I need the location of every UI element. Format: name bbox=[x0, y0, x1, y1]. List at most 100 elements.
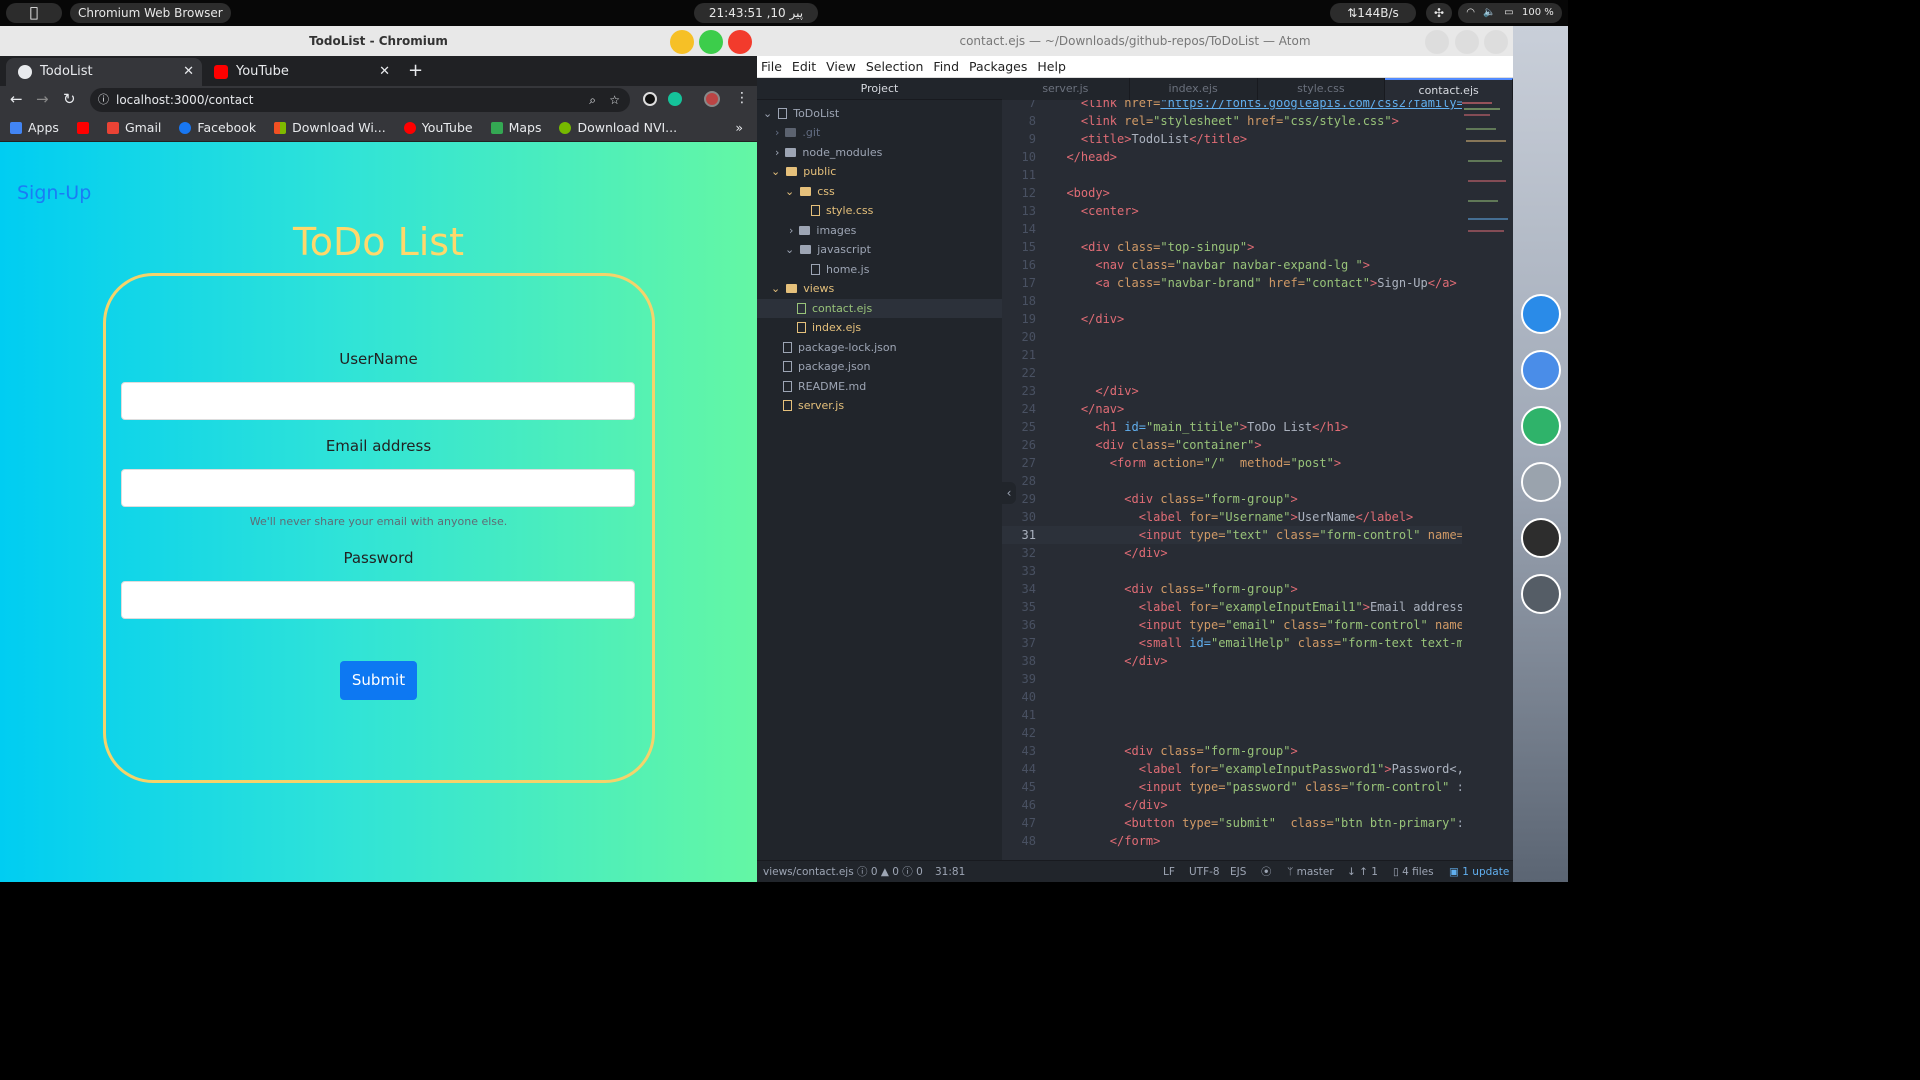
project-header: Project bbox=[757, 78, 1002, 100]
minimize-button[interactable] bbox=[670, 30, 694, 54]
menu-find[interactable]: Find bbox=[933, 59, 959, 74]
status-grammar[interactable]: EJS bbox=[1230, 861, 1246, 883]
status-encoding[interactable]: UTF-8 bbox=[1189, 861, 1220, 883]
tree-file-server-js[interactable]: server.js bbox=[783, 396, 844, 415]
atom-icon[interactable] bbox=[1521, 406, 1561, 446]
broadcast-icon[interactable]: ⦿ bbox=[1261, 861, 1272, 883]
tree-root[interactable]: ⌄ ToDoList bbox=[763, 104, 839, 123]
tab-youtube[interactable]: YouTube ✕ bbox=[202, 58, 398, 86]
username-input[interactable] bbox=[121, 382, 635, 420]
youtube-bookmark-icon-only[interactable] bbox=[76, 121, 89, 134]
tree-folder-css[interactable]: ⌄ css bbox=[785, 182, 835, 201]
minimap[interactable] bbox=[1462, 100, 1510, 260]
update-label: 1 update bbox=[1462, 866, 1510, 878]
password-input[interactable] bbox=[121, 581, 635, 619]
tree-file-style-css[interactable]: style.css bbox=[811, 201, 873, 220]
finder-icon[interactable] bbox=[1521, 294, 1561, 334]
status-update[interactable]: ▣ 1 update bbox=[1449, 861, 1509, 883]
tree-folder-public[interactable]: ⌄ public bbox=[771, 162, 836, 181]
code-editor[interactable]: server.js index.ejs style.css contact.ej… bbox=[1002, 78, 1513, 860]
tree-folder-git[interactable]: › .git bbox=[775, 123, 820, 142]
folder-icon bbox=[800, 245, 812, 254]
diagnostics-counts: 0 ▲ 0 ⓘ 0 bbox=[870, 866, 923, 878]
menu-packages[interactable]: Packages bbox=[969, 59, 1027, 74]
close-window-button[interactable] bbox=[1484, 30, 1508, 54]
tab-todolist[interactable]: TodoList ✕ bbox=[6, 58, 202, 86]
apple-menu-icon[interactable]:  bbox=[6, 3, 62, 23]
active-app-name[interactable]: Chromium Web Browser bbox=[70, 3, 231, 23]
status-branch[interactable]: ᛘ master bbox=[1287, 861, 1334, 883]
bookmark-download-windows[interactable]: Download Wi... bbox=[274, 120, 386, 135]
bookmark-apps[interactable]: Apps bbox=[10, 120, 59, 135]
status-diagnostics[interactable]: ⓘ 0 ▲ 0 ⓘ 0 bbox=[857, 861, 923, 883]
more-bookmarks-icon[interactable]: » bbox=[735, 120, 743, 135]
code-area[interactable]: 7 <link href="https://fonts.googleapis.c… bbox=[1002, 100, 1513, 860]
bookmark-star-icon[interactable]: ☆ bbox=[609, 88, 620, 112]
bookmark-maps[interactable]: Maps bbox=[490, 120, 541, 135]
tab-server-js[interactable]: server.js bbox=[1002, 78, 1130, 100]
signup-link[interactable]: Sign-Up bbox=[17, 182, 91, 204]
close-tab-icon[interactable]: ✕ bbox=[379, 58, 390, 86]
tree-folder-views[interactable]: ⌄ views bbox=[771, 279, 834, 298]
tree-file-package-lock[interactable]: package-lock.json bbox=[783, 338, 897, 357]
extensions-grid-icon[interactable]: ✣ bbox=[1426, 3, 1452, 23]
zoom-icon[interactable]: ⌕ bbox=[589, 88, 596, 112]
menu-view[interactable]: View bbox=[826, 59, 856, 74]
bookmark-youtube[interactable]: YouTube bbox=[403, 120, 473, 135]
menu-edit[interactable]: Edit bbox=[792, 59, 816, 74]
bookmark-download-nvidia[interactable]: Download NVI... bbox=[559, 120, 677, 135]
maximize-button[interactable] bbox=[699, 30, 723, 54]
forward-arrow-icon[interactable]: → bbox=[36, 90, 49, 108]
tree-folder-images[interactable]: › images bbox=[789, 221, 856, 240]
tree-file-package-json[interactable]: package.json bbox=[783, 357, 870, 376]
profile-avatar[interactable] bbox=[704, 91, 720, 107]
tree-folder-node-modules[interactable]: › node_modules bbox=[775, 143, 882, 162]
system-tray[interactable]: ◠ 🔈 ▭ 100 % bbox=[1458, 3, 1562, 23]
terminal-icon[interactable] bbox=[1521, 518, 1561, 558]
chevron-down-icon: ⌄ bbox=[771, 165, 781, 178]
extension-icon[interactable] bbox=[643, 92, 657, 106]
status-sync[interactable]: ↓ ↑ 1 bbox=[1347, 861, 1378, 883]
tree-file-contact-ejs[interactable]: contact.ejs bbox=[757, 299, 1002, 318]
status-file-path[interactable]: views/contact.ejs bbox=[763, 861, 854, 883]
close-window-button[interactable] bbox=[728, 30, 752, 54]
menu-kebab-icon[interactable]: ⋮ bbox=[735, 90, 749, 106]
bookmarks-bar: Apps Gmail Facebook Download Wi... YouTu… bbox=[0, 114, 757, 142]
minimize-button[interactable] bbox=[1425, 30, 1449, 54]
code-line: 25 <h1 id="main_titile">ToDo List</h1> bbox=[1021, 420, 1349, 434]
grammarly-icon[interactable] bbox=[668, 92, 682, 106]
menu-help[interactable]: Help bbox=[1037, 59, 1066, 74]
menu-file[interactable]: File bbox=[761, 59, 782, 74]
new-tab-button[interactable]: + bbox=[408, 60, 423, 81]
tree-file-readme[interactable]: README.md bbox=[783, 377, 866, 396]
system-preferences-icon[interactable] bbox=[1521, 462, 1561, 502]
bookmark-facebook[interactable]: Facebook bbox=[179, 120, 256, 135]
status-cursor-position[interactable]: 31:81 bbox=[935, 861, 965, 883]
email-input[interactable] bbox=[121, 469, 635, 507]
window-title: TodoList - Chromium bbox=[309, 34, 448, 48]
back-arrow-icon[interactable]: ← bbox=[10, 90, 23, 108]
status-files[interactable]: ▯ 4 files bbox=[1393, 861, 1434, 883]
tree-file-home-js[interactable]: home.js bbox=[811, 260, 869, 279]
launchpad-icon[interactable] bbox=[1521, 574, 1561, 614]
clock[interactable]: 21:43:51 ,10 پیر اگست bbox=[694, 3, 818, 40]
tab-contact-ejs[interactable]: contact.ejs bbox=[1385, 78, 1513, 100]
collapse-panel-icon[interactable]: ‹ bbox=[1002, 482, 1016, 504]
tab-style-css[interactable]: style.css bbox=[1258, 78, 1386, 100]
maximize-button[interactable] bbox=[1455, 30, 1479, 54]
address-bar[interactable]: ⓘ localhost:3000/contact ⌕ ☆ bbox=[90, 88, 630, 112]
tree-file-index-ejs[interactable]: index.ejs bbox=[797, 318, 861, 337]
code-line: 38 </div> bbox=[1021, 654, 1168, 668]
tree-label: home.js bbox=[826, 263, 870, 276]
menu-selection[interactable]: Selection bbox=[866, 59, 924, 74]
tree-folder-javascript[interactable]: ⌄ javascript bbox=[785, 240, 871, 259]
info-icon[interactable]: ⓘ bbox=[98, 88, 109, 112]
bookmark-gmail[interactable]: Gmail bbox=[106, 120, 161, 135]
code-line: 27 <form action="/" method="post"> bbox=[1021, 456, 1342, 470]
chromium-icon[interactable] bbox=[1521, 350, 1561, 390]
submit-button[interactable]: Submit bbox=[340, 661, 417, 700]
reload-icon[interactable]: ↻ bbox=[63, 90, 76, 108]
close-tab-icon[interactable]: ✕ bbox=[183, 58, 194, 86]
tab-index-ejs[interactable]: index.ejs bbox=[1130, 78, 1258, 100]
status-line-ending[interactable]: LF bbox=[1163, 861, 1175, 883]
